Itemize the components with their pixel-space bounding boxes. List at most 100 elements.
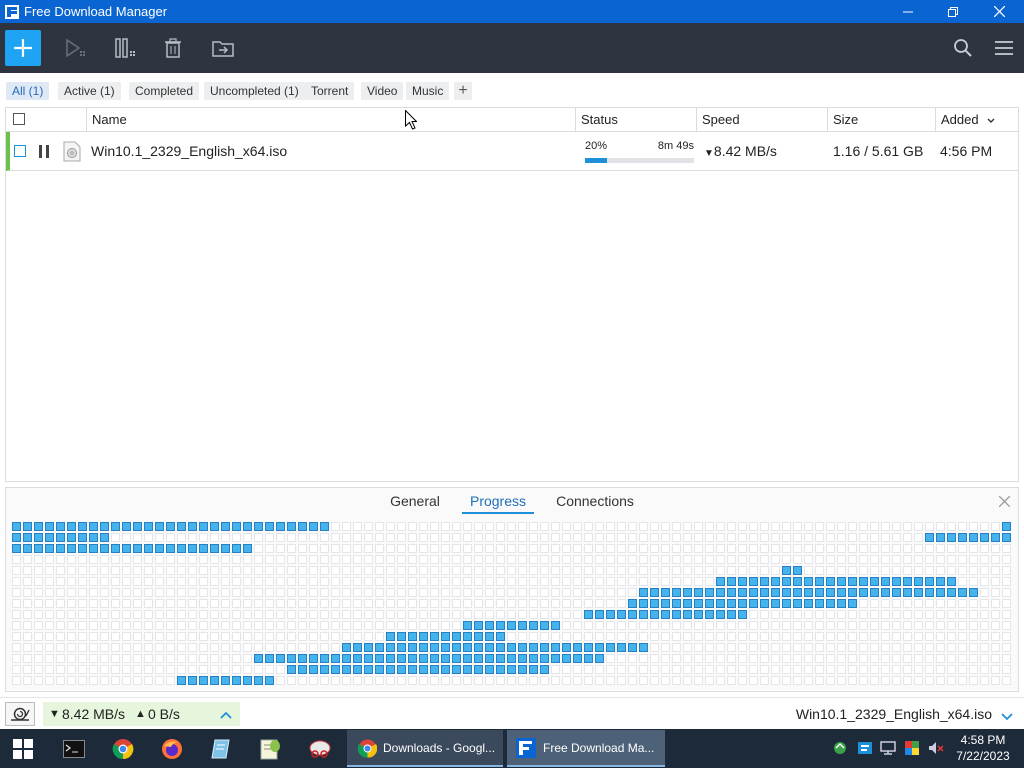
downloaded-block <box>683 610 692 619</box>
start-button[interactable] <box>0 731 46 766</box>
pending-block <box>287 632 296 641</box>
pending-block <box>683 566 692 575</box>
pending-block <box>760 632 769 641</box>
pending-block <box>903 522 912 531</box>
pending-block <box>67 643 76 652</box>
pending-block <box>397 599 406 608</box>
minimize-button[interactable] <box>885 0 931 23</box>
pending-block <box>947 610 956 619</box>
pending-block <box>969 676 978 685</box>
pause-button[interactable] <box>108 31 142 65</box>
add-download-button[interactable] <box>5 30 41 66</box>
pending-block <box>430 676 439 685</box>
downloaded-block <box>584 643 593 652</box>
pending-block <box>320 621 329 630</box>
row-checkbox[interactable] <box>14 145 26 157</box>
pending-block <box>276 533 285 542</box>
taskbar-chrome[interactable] <box>100 731 146 766</box>
pending-block <box>199 588 208 597</box>
pending-block <box>133 676 142 685</box>
resume-button[interactable] <box>58 31 92 65</box>
select-all-checkbox[interactable] <box>13 113 25 125</box>
expand-stats-button[interactable] <box>220 702 232 726</box>
pending-block <box>12 599 21 608</box>
move-to-folder-button[interactable] <box>206 31 240 65</box>
tray-display-icon[interactable] <box>880 740 896 756</box>
pending-block <box>705 555 714 564</box>
column-header-added[interactable]: Added <box>935 108 1018 131</box>
column-header-name[interactable]: Name <box>86 108 575 131</box>
taskbar-task-fdm[interactable]: Free Download Ma... <box>507 730 665 767</box>
pending-block <box>628 588 637 597</box>
tray-fdm-icon[interactable] <box>857 740 873 756</box>
tray-network-share-icon[interactable] <box>832 740 848 756</box>
downloaded-block <box>782 566 791 575</box>
taskbar-notepad[interactable] <box>198 731 244 766</box>
speed-mode-button[interactable] <box>5 702 35 726</box>
pending-block <box>364 610 373 619</box>
pending-block <box>210 632 219 641</box>
delete-button[interactable] <box>156 31 190 65</box>
taskbar-notepad-plus[interactable] <box>247 731 293 766</box>
pending-block <box>23 676 32 685</box>
table-row[interactable]: Win10.1_2329_English_x64.iso 20% 8m 49s … <box>6 132 1018 171</box>
pending-block <box>364 566 373 575</box>
pending-block <box>760 643 769 652</box>
tab-general[interactable]: General <box>387 488 443 514</box>
pending-block <box>342 610 351 619</box>
pending-block <box>914 610 923 619</box>
pending-block <box>1002 665 1011 674</box>
tab-progress[interactable]: Progress <box>462 488 534 514</box>
search-button[interactable] <box>946 31 980 65</box>
tray-color-app-icon[interactable] <box>904 740 920 756</box>
pending-block <box>749 632 758 641</box>
tab-video[interactable]: Video <box>361 82 404 100</box>
pending-block <box>991 610 1000 619</box>
taskbar-snipping-tool[interactable] <box>297 731 343 766</box>
pending-block <box>496 533 505 542</box>
pending-block <box>276 599 285 608</box>
restore-button[interactable] <box>930 0 976 23</box>
close-panel-button[interactable] <box>998 495 1011 510</box>
downloaded-block <box>463 665 472 674</box>
tab-connections[interactable]: Connections <box>554 488 636 514</box>
downloaded-block <box>89 533 98 542</box>
progress-bar-track <box>585 158 694 163</box>
mouse-cursor-icon <box>405 110 417 130</box>
pending-block <box>397 676 406 685</box>
taskbar-task-chrome-downloads[interactable]: Downloads - Googl... <box>347 730 503 767</box>
taskbar-firefox[interactable] <box>149 731 195 766</box>
pending-block <box>408 599 417 608</box>
pending-block <box>903 665 912 674</box>
pending-block <box>276 643 285 652</box>
close-window-button[interactable] <box>976 0 1022 23</box>
tray-volume-muted-icon[interactable] <box>928 740 944 756</box>
downloaded-block <box>78 533 87 542</box>
taskbar-terminal[interactable] <box>51 731 97 766</box>
pending-block <box>848 566 857 575</box>
pending-block <box>507 555 516 564</box>
tab-completed[interactable]: Completed <box>129 82 200 100</box>
pending-block <box>881 522 890 531</box>
tab-torrent[interactable]: Torrent <box>305 82 355 100</box>
pending-block <box>254 643 263 652</box>
column-header-size[interactable]: Size <box>827 108 935 131</box>
main-menu-button[interactable] <box>987 31 1021 65</box>
column-header-speed[interactable]: Speed <box>696 108 827 131</box>
add-filter-tab-button[interactable]: + <box>454 82 472 100</box>
tab-all[interactable]: All (1) <box>6 82 50 100</box>
downloaded-block <box>507 621 516 630</box>
tab-music[interactable]: Music <box>406 82 450 100</box>
pending-block <box>353 533 362 542</box>
column-header-status[interactable]: Status <box>575 108 696 131</box>
chevron-up-icon <box>220 711 232 719</box>
pending-block <box>298 621 307 630</box>
tab-uncompleted[interactable]: Uncompleted (1) <box>204 82 305 100</box>
pending-block <box>342 566 351 575</box>
file-dropdown-button[interactable] <box>1001 709 1013 724</box>
clock[interactable]: 4:58 PM 7/22/2023 <box>950 732 1016 764</box>
pending-block <box>111 676 120 685</box>
tab-active[interactable]: Active (1) <box>58 82 121 100</box>
row-pause-button[interactable] <box>38 144 50 159</box>
pending-block <box>298 566 307 575</box>
